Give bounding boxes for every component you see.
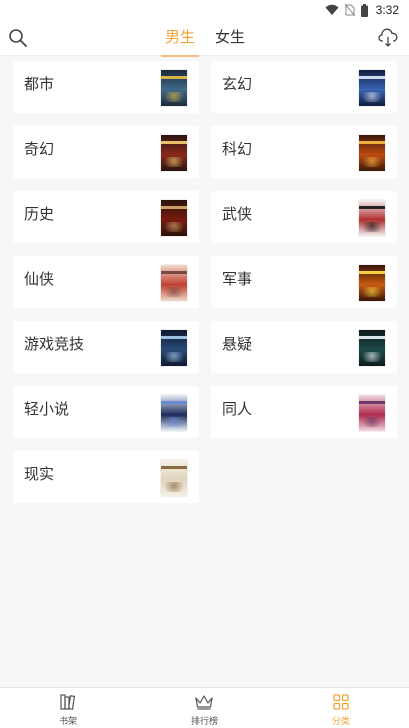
- category-label: 同人: [222, 400, 253, 418]
- category-card[interactable]: 历史: [13, 191, 199, 243]
- category-card[interactable]: 都市: [13, 61, 199, 113]
- bottom-nav: 书架 排行榜 分类: [0, 687, 409, 728]
- download-button[interactable]: [378, 28, 398, 48]
- book-cover-thumbnail: [161, 330, 187, 366]
- status-time: 3:32: [375, 3, 399, 17]
- book-cover-thumbnail: [359, 200, 385, 236]
- category-grid: 都市 玄幻奇幻 科幻历史 武侠仙侠 军事游戏竞技 悬疑轻小说 同人现实: [13, 61, 397, 503]
- bookshelf-icon: [60, 694, 76, 710]
- category-label: 悬疑: [222, 335, 253, 353]
- book-cover-thumbnail: [161, 395, 187, 431]
- tab-female[interactable]: 女生: [211, 20, 249, 56]
- battery-icon: [360, 3, 368, 17]
- book-cover-thumbnail: [359, 395, 385, 431]
- nav-bookshelf[interactable]: 书架: [0, 688, 136, 728]
- category-label: 玄幻: [222, 75, 253, 93]
- category-card[interactable]: 奇幻: [13, 126, 199, 178]
- nav-ranking[interactable]: 排行榜: [136, 688, 272, 728]
- category-label: 游戏竞技: [24, 335, 85, 353]
- search-icon: [9, 29, 27, 47]
- category-label: 历史: [24, 205, 55, 223]
- nav-label-bookshelf: 书架: [59, 717, 78, 727]
- gender-tabs: 男生 女生: [161, 20, 249, 57]
- category-card[interactable]: 游戏竞技: [13, 321, 199, 373]
- category-card[interactable]: 武侠: [211, 191, 397, 243]
- screen: 3:32 男生 女生 都市 玄幻奇幻 科幻历史 武侠仙侠 军事游戏竞技 悬疑轻小说 同人现实: [0, 0, 409, 728]
- book-cover-thumbnail: [161, 135, 187, 171]
- book-cover-thumbnail: [161, 460, 187, 496]
- category-label: 轻小说: [24, 400, 70, 418]
- category-label: 军事: [222, 270, 253, 288]
- crown-icon: [195, 695, 214, 710]
- book-cover-thumbnail: [359, 135, 385, 171]
- wifi-icon: [325, 4, 339, 15]
- category-card[interactable]: 同人: [211, 386, 397, 438]
- no-sim-icon: [344, 4, 355, 16]
- tab-male[interactable]: 男生: [161, 20, 200, 57]
- book-cover-thumbnail: [161, 70, 187, 106]
- nav-label-category: 分类: [331, 717, 350, 727]
- book-cover-thumbnail: [359, 330, 385, 366]
- book-cover-thumbnail: [359, 265, 385, 301]
- book-cover-thumbnail: [161, 200, 187, 236]
- search-button[interactable]: [8, 28, 28, 48]
- category-card[interactable]: 仙侠: [13, 256, 199, 308]
- category-label: 奇幻: [24, 140, 55, 158]
- category-card[interactable]: 军事: [211, 256, 397, 308]
- book-cover-thumbnail: [359, 70, 385, 106]
- category-label: 科幻: [222, 140, 253, 158]
- category-label: 都市: [24, 75, 55, 93]
- category-label: 仙侠: [24, 270, 55, 288]
- category-card[interactable]: 玄幻: [211, 61, 397, 113]
- nav-category[interactable]: 分类: [273, 688, 409, 728]
- status-bar: 3:32: [0, 0, 409, 20]
- category-card[interactable]: 现实: [13, 451, 199, 503]
- grid-icon: [333, 694, 349, 710]
- book-cover-thumbnail: [161, 265, 187, 301]
- category-card[interactable]: 悬疑: [211, 321, 397, 373]
- category-label: 现实: [24, 465, 55, 483]
- cloud-download-icon: [378, 28, 398, 47]
- header: 男生 女生: [0, 20, 409, 57]
- nav-label-ranking: 排行榜: [190, 717, 218, 727]
- category-card[interactable]: 轻小说: [13, 386, 199, 438]
- category-card[interactable]: 科幻: [211, 126, 397, 178]
- category-label: 武侠: [222, 205, 253, 223]
